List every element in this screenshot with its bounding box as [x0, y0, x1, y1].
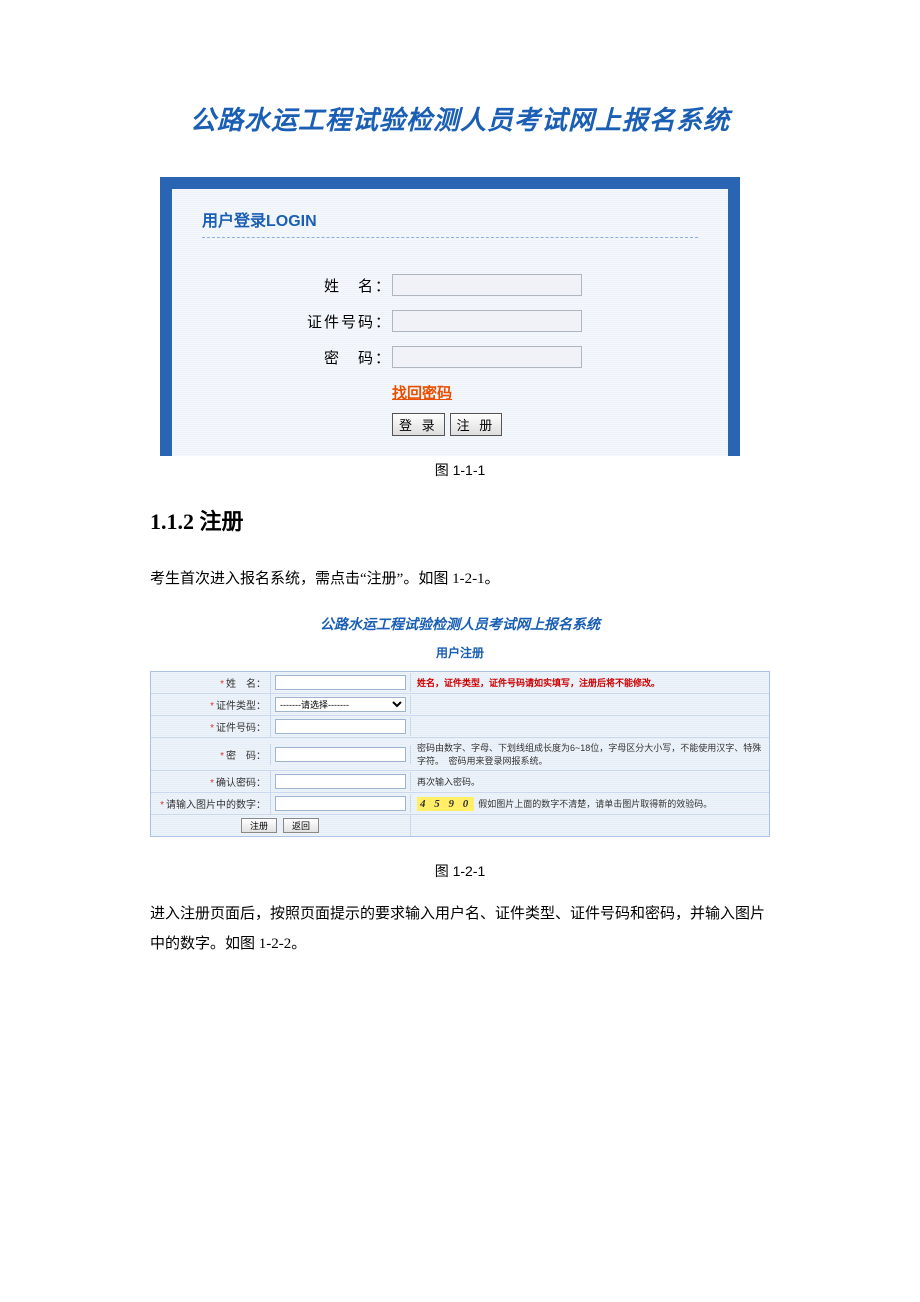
- reg-hint-password: 密码由数字、字母、下划线组成长度为6~18位，字母区分大小写，不能使用汉字、特殊…: [411, 738, 769, 770]
- reg-label-idno-text: 证件号码：: [216, 723, 266, 734]
- figure-caption-2: 图 1-2-1: [150, 861, 770, 881]
- reg-input-password-confirm[interactable]: [275, 774, 406, 789]
- login-row-id: 证件号码：: [202, 310, 698, 332]
- reg-input-cell-captcha: [271, 794, 411, 813]
- required-asterisk: *: [160, 800, 164, 811]
- reg-label-password-confirm-text: 确认密码：: [216, 778, 266, 789]
- reg-row-idno: *证件号码：: [151, 716, 769, 738]
- login-label-password: 密 码：: [302, 347, 392, 368]
- page-main-title: 公路水运工程试验检测人员考试网上报名系统: [150, 100, 770, 137]
- required-asterisk: *: [210, 723, 214, 734]
- required-asterisk: *: [210, 778, 214, 789]
- reg-label-name-text: 姓 名：: [226, 679, 266, 690]
- reg-row-password: *密 码： 密码由数字、字母、下划线组成长度为6~18位，字母区分大小写，不能使…: [151, 738, 769, 771]
- reg-input-name[interactable]: [275, 675, 406, 690]
- login-button-row: 登 录 注 册: [202, 413, 698, 436]
- reg-label-password-confirm: *确认密码：: [151, 771, 271, 792]
- reg-hint-password-confirm: 再次输入密码。: [411, 772, 769, 791]
- forgot-password-row: 找回密码: [202, 382, 698, 403]
- reg-row-name: *姓 名： 姓名，证件类型，证件号码请如实填写，注册后将不能修改。: [151, 672, 769, 694]
- required-asterisk: *: [220, 679, 224, 690]
- register-page-title: 公路水运工程试验检测人员考试网上报名系统: [150, 614, 770, 634]
- reg-input-captcha[interactable]: [275, 796, 406, 811]
- figure-caption-1: 图 1-1-1: [150, 460, 770, 480]
- reg-input-idno[interactable]: [275, 719, 406, 734]
- reg-button-cell: 注册 返回: [151, 815, 411, 836]
- register-button[interactable]: 注 册: [450, 413, 503, 436]
- login-panel: 用户登录LOGIN 姓 名： 证件号码： 密 码： 找回密码 登 录 注 册: [160, 177, 740, 456]
- section-heading-112: 1.1.2 注册: [150, 504, 770, 536]
- register-form: *姓 名： 姓名，证件类型，证件号码请如实填写，注册后将不能修改。 *证件类型：…: [150, 671, 770, 837]
- reg-row-idtype: *证件类型： -------请选择-------: [151, 694, 769, 716]
- login-input-id[interactable]: [392, 310, 582, 332]
- reg-hint-captcha-text: 假如图片上面的数字不清楚，请单击图片取得新的效验码。: [478, 797, 712, 810]
- login-row-name: 姓 名：: [202, 274, 698, 296]
- reg-row-captcha: *请输入图片中的数字： 4 5 9 0 假如图片上面的数字不清楚，请单击图片取得…: [151, 793, 769, 815]
- reg-hint-empty-1: [411, 702, 769, 708]
- reg-hint-identity: 姓名，证件类型，证件号码请如实填写，注册后将不能修改。: [411, 673, 769, 692]
- reg-label-idtype: *证件类型：: [151, 694, 271, 715]
- login-button[interactable]: 登 录: [392, 413, 445, 436]
- login-label-id: 证件号码：: [302, 311, 392, 332]
- login-panel-heading: 用户登录LOGIN: [202, 207, 698, 238]
- reg-select-idtype[interactable]: -------请选择-------: [275, 697, 406, 712]
- reg-input-cell-password: [271, 745, 411, 764]
- reg-hint-empty-2: [411, 724, 769, 730]
- reg-label-idno: *证件号码：: [151, 716, 271, 737]
- reg-row-password-confirm: *确认密码： 再次输入密码。: [151, 771, 769, 793]
- forgot-password-link[interactable]: 找回密码: [392, 385, 452, 402]
- reg-submit-button[interactable]: 注册: [241, 818, 277, 833]
- body-text-1: 考生首次进入报名系统，需点击“注册”。如图 1-2-1。: [150, 564, 770, 594]
- reg-input-password[interactable]: [275, 747, 406, 762]
- required-asterisk: *: [210, 701, 214, 712]
- reg-hint-captcha: 4 5 9 0 假如图片上面的数字不清楚，请单击图片取得新的效验码。: [411, 794, 769, 814]
- body-text-2: 进入注册页面后，按照页面提示的要求输入用户名、证件类型、证件号码和密码，并输入图…: [150, 899, 770, 959]
- login-row-password: 密 码：: [202, 346, 698, 368]
- reg-label-password: *密 码：: [151, 744, 271, 765]
- reg-row-buttons: 注册 返回: [151, 815, 769, 836]
- required-asterisk: *: [220, 751, 224, 762]
- reg-label-idtype-text: 证件类型：: [216, 701, 266, 712]
- login-input-password[interactable]: [392, 346, 582, 368]
- reg-input-cell-name: [271, 673, 411, 692]
- captcha-image[interactable]: 4 5 9 0: [417, 797, 474, 811]
- reg-input-cell-password-confirm: [271, 772, 411, 791]
- reg-label-captcha-text: 请输入图片中的数字：: [166, 800, 266, 811]
- register-page-subtitle: 用户注册: [150, 644, 770, 661]
- reg-back-button[interactable]: 返回: [283, 818, 319, 833]
- reg-label-name: *姓 名：: [151, 672, 271, 693]
- reg-label-captcha: *请输入图片中的数字：: [151, 793, 271, 814]
- reg-input-cell-idtype: -------请选择-------: [271, 695, 411, 714]
- login-label-name: 姓 名：: [302, 275, 392, 296]
- reg-input-cell-idno: [271, 717, 411, 736]
- reg-hint-empty-3: [411, 823, 769, 829]
- reg-label-password-text: 密 码：: [226, 751, 266, 762]
- login-input-name[interactable]: [392, 274, 582, 296]
